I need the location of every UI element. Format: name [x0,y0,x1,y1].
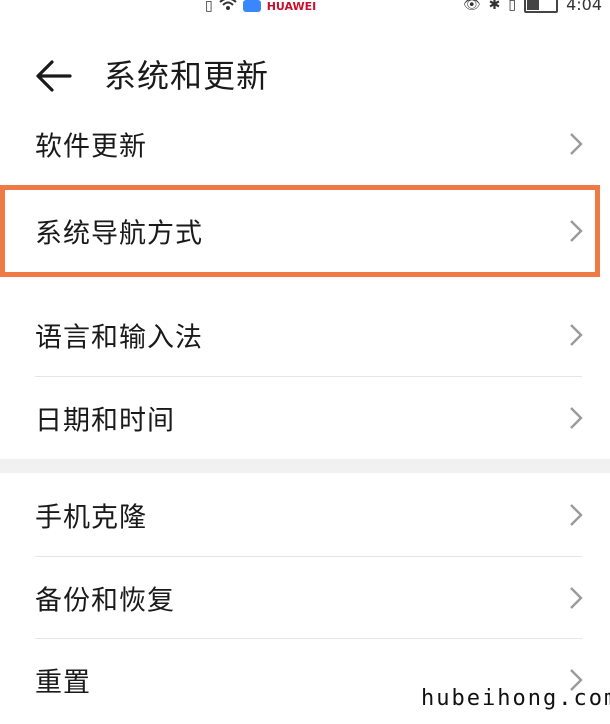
page-title: 系统和更新 [104,57,270,95]
list-item-label: 日期和时间 [35,405,175,437]
battery-icon [524,0,559,13]
vibrate-icon: ▯ [508,0,517,13]
watermark: hubeihong.com [421,686,610,711]
section-divider [0,459,610,473]
list-item-label: 备份和恢复 [35,585,175,617]
bluetooth-icon: ✱ [488,0,501,13]
status-time: 4:04 [566,0,602,14]
chevron-right-icon [570,324,583,346]
arrow-left-icon [36,60,72,92]
chevron-right-icon [570,504,583,526]
sim-icon: ▯ [205,0,213,14]
wifi-icon [219,0,237,15]
status-bar-left-icons: ▯ HUAWEI [205,0,316,15]
app-header: 系统和更新 [0,48,610,108]
list-item-software-update[interactable]: 软件更新 [0,103,610,185]
list-item-label: 重置 [35,667,91,699]
status-bar-right-icons: 👁 ✱ ▯ 4:04 [463,0,602,13]
back-button[interactable] [34,56,74,96]
chevron-right-icon [570,587,583,609]
list-item-phone-clone[interactable]: 手机克隆 [0,474,610,556]
cloud-icon [242,0,261,12]
list-item-label: 语言和输入法 [35,322,203,354]
eye-icon: 👁 [462,0,481,13]
huawei-logo: HUAWEI [266,0,317,13]
status-bar: ▯ HUAWEI 👁 ✱ ▯ 4:04 [0,0,610,16]
chevron-right-icon [570,407,583,429]
list-item-label: 手机克隆 [35,502,147,534]
list-item-label: 软件更新 [35,131,147,163]
list-item-language-input[interactable]: 语言和输入法 [0,294,610,376]
list-item-backup-restore[interactable]: 备份和恢复 [0,557,610,639]
highlight-box [0,185,600,277]
chevron-right-icon [570,133,583,155]
list-item-date-time[interactable]: 日期和时间 [0,377,610,459]
